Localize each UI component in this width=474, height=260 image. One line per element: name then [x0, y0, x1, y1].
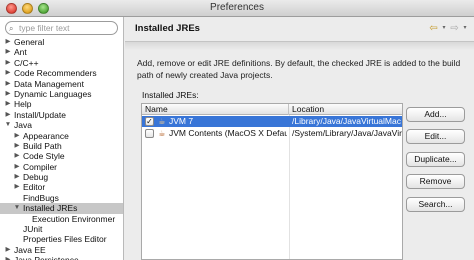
search-button[interactable]: Search... [406, 197, 465, 212]
tree-item-label: General [14, 37, 45, 47]
tree-item-label: Java EE [14, 244, 46, 255]
tree-item-label: Editor [23, 182, 46, 193]
disclosure-collapsed-icon[interactable]: ▶ [4, 255, 12, 260]
tree-item[interactable]: ▶ Appearance [0, 131, 123, 141]
jre-name-cell: JVM Contents (MacOS X Default) [169, 128, 287, 138]
tree-item-label: Install/Update [14, 109, 66, 120]
disclosure-collapsed-icon[interactable]: ▶ [13, 151, 21, 161]
jre-location-cell: /Library/Java/JavaVirtualMac [292, 116, 401, 126]
add-button[interactable]: Add... [406, 107, 465, 122]
tree-item[interactable]: FindBugs [0, 193, 123, 203]
column-header-location[interactable]: Location [289, 104, 402, 115]
tree-item[interactable]: ▶ Java EE [0, 245, 123, 255]
search-icon: ⌕ [9, 24, 14, 33]
column-header-name[interactable]: Name [142, 104, 289, 115]
installed-jres-label: Installed JREs: [142, 90, 199, 100]
disclosure-collapsed-icon[interactable]: ▶ [13, 141, 21, 151]
page-navigation: ⇦ ▾ ⇨ ▾ [428, 22, 468, 34]
tree-item[interactable]: ▶ Editor [0, 182, 123, 192]
installed-jres-table[interactable]: Name Location ✓ ☕ JVM 7/Library/Java/JavaV… [141, 103, 403, 260]
checkbox-checked[interactable]: ✓ [145, 117, 154, 126]
edit-button[interactable]: Edit... [406, 129, 465, 144]
filter-input[interactable] [19, 22, 115, 34]
disclosure-collapsed-icon[interactable]: ▶ [13, 131, 21, 141]
disclosure-collapsed-icon[interactable]: ▶ [13, 172, 21, 182]
jre-icon: ☕ [158, 117, 166, 126]
title-bar: Preferences [0, 0, 474, 17]
disclosure-collapsed-icon[interactable]: ▶ [4, 89, 12, 99]
tree-item[interactable]: ▶ Dynamic Languages [0, 89, 123, 99]
jre-location-cell: /System/Library/Java/JavaVir [292, 128, 402, 138]
window-title: Preferences [210, 2, 264, 13]
tree-item[interactable]: ▶ C/C++ [0, 58, 123, 68]
disclosure-collapsed-icon[interactable]: ▶ [13, 182, 21, 192]
tree-item-label: C/C++ [14, 57, 39, 68]
jre-name-cell: JVM 7 [169, 116, 194, 126]
disclosure-collapsed-icon[interactable]: ▶ [4, 58, 12, 68]
disclosure-collapsed-icon[interactable]: ▶ [4, 47, 12, 57]
tree-item[interactable]: ▶ Code Recommenders [0, 68, 123, 78]
tree-item-label: Data Management [14, 78, 84, 89]
tree-item-label: Java [14, 120, 32, 131]
tree-item[interactable]: ▼ Java [0, 120, 123, 130]
back-dropdown-icon[interactable]: ▾ [441, 23, 447, 34]
disclosure-collapsed-icon[interactable]: ▶ [4, 37, 12, 47]
remove-button[interactable]: Remove [406, 174, 465, 189]
table-header: Name Location [142, 104, 402, 115]
table-row[interactable]: ✓ ☕ JVM 7/Library/Java/JavaVirtualMac [142, 116, 402, 127]
tree-item[interactable]: ▶ Data Management [0, 79, 123, 89]
tree-item-label: Debug [23, 172, 49, 183]
disclosure-collapsed-icon[interactable]: ▶ [13, 162, 21, 172]
tree-item[interactable]: Properties Files Editor [0, 234, 123, 244]
tree-item-label: Installed JREs [23, 203, 78, 214]
tree-item[interactable]: ▶ Build Path [0, 141, 123, 151]
tree-item-label: Dynamic Languages [14, 88, 92, 99]
page-description: Add, remove or edit JRE definitions. By … [137, 58, 461, 80]
disclosure-expanded-icon[interactable]: ▼ [13, 203, 21, 213]
tree-item[interactable]: Execution Environmer [0, 214, 123, 224]
tree-item-label: Compiler [23, 161, 58, 172]
preference-page: Installed JREs ⇦ ▾ ⇨ ▾ Add, remove or ed… [125, 17, 474, 260]
tree-item-label: Code Recommenders [14, 68, 97, 79]
tree-item-label: Build Path [23, 140, 62, 151]
tree-item-label: FindBugs [23, 192, 59, 203]
disclosure-collapsed-icon[interactable]: ▶ [4, 99, 12, 109]
tree-item[interactable]: ▼ Installed JREs [0, 203, 123, 214]
disclosure-collapsed-icon[interactable]: ▶ [4, 68, 12, 78]
filter-field[interactable]: ⌕ [5, 21, 118, 35]
tree-item[interactable]: ▶ Compiler [0, 162, 123, 172]
tree-item-label: Execution Environmer [32, 213, 116, 224]
checkbox-unchecked[interactable] [145, 129, 154, 138]
page-title: Installed JREs [135, 23, 200, 34]
tree-item-label: Help [14, 99, 32, 110]
disclosure-collapsed-icon[interactable]: ▶ [4, 79, 12, 89]
tree-item[interactable]: ▶ Help [0, 99, 123, 109]
forward-dropdown-icon[interactable]: ▾ [462, 23, 468, 34]
tree-item[interactable]: ▶ Debug [0, 172, 123, 182]
tree-item[interactable]: ▶ Install/Update [0, 110, 123, 120]
disclosure-collapsed-icon[interactable]: ▶ [4, 245, 12, 255]
forward-arrow-icon[interactable]: ⇨ [449, 23, 460, 34]
tree-item[interactable]: ▶ General [0, 37, 123, 47]
preferences-tree: ▶ General ▶ Ant ▶ C/C++ ▶ Code Recommenders ▶ Dat… [0, 37, 123, 260]
tree-item-label: Properties Files Editor [23, 234, 107, 245]
disclosure-expanded-icon[interactable]: ▼ [4, 120, 12, 130]
tree-item-label: Appearance [23, 130, 69, 141]
tree-item[interactable]: ▶Java Persistence [0, 255, 123, 260]
back-arrow-icon[interactable]: ⇦ [428, 23, 439, 34]
tree-item-label: Ant [14, 47, 27, 58]
tree-item[interactable]: JUnit [0, 224, 123, 234]
tree-item[interactable]: ▶ Code Style [0, 151, 123, 161]
disclosure-collapsed-icon[interactable]: ▶ [4, 110, 12, 120]
header-separator [125, 41, 474, 50]
tree-item-label: JUnit [23, 224, 43, 235]
preferences-sidebar: ⌕ ▶General▶Ant▶C/C++▶Code Recommenders▶D… [0, 17, 124, 260]
tree-item-label: Java Persistence [14, 255, 79, 260]
table-row[interactable]: ☕ JVM Contents (MacOS X Default) /System/L… [142, 128, 402, 139]
jre-icon: ☕ [158, 129, 166, 138]
duplicate-button[interactable]: Duplicate... [406, 152, 465, 167]
tree-item-label: Code Style [23, 151, 65, 162]
tree-item[interactable]: ▶ Ant [0, 47, 123, 57]
